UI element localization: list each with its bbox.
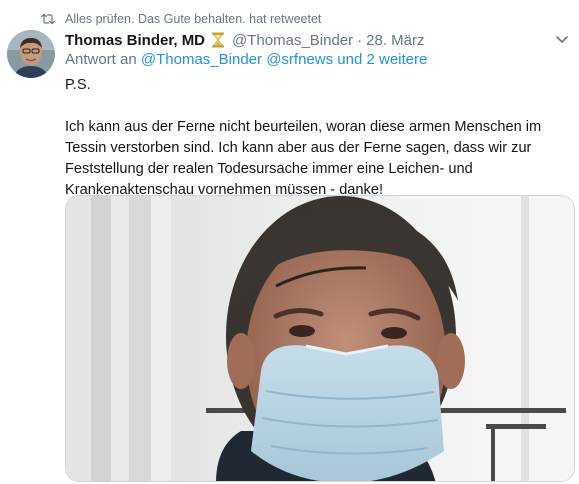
more-mentions-link[interactable]: und 2 weitere: [337, 51, 427, 68]
mention-link[interactable]: @srfnews: [266, 51, 333, 68]
hourglass-icon: [212, 32, 225, 48]
retweet-context-text: Alles prüfen. Das Gute behalten. hat ret…: [65, 12, 322, 26]
chevron-down-icon[interactable]: [553, 30, 571, 48]
retweet-context[interactable]: Alles prüfen. Das Gute behalten. hat ret…: [40, 10, 321, 28]
tweet-text: P.S. Ich kann aus der Ferne nicht beurte…: [65, 75, 570, 201]
retweet-icon: [41, 13, 55, 25]
tweet-text-ps: P.S.: [65, 77, 91, 93]
author-handle[interactable]: @Thomas_Binder: [232, 32, 353, 49]
mention-link[interactable]: @Thomas_Binder: [141, 51, 262, 68]
reply-context: Antwort an @Thomas_Binder @srfnews und 2…: [65, 51, 427, 68]
tweet-text-paragraph: Ich kann aus der Ferne nicht beurteilen,…: [65, 119, 542, 198]
tweet-date[interactable]: 28. März: [366, 32, 424, 49]
header-separator: ·: [357, 31, 363, 49]
author-name[interactable]: Thomas Binder, MD: [65, 32, 205, 49]
tweet-header: Thomas Binder, MD @Thomas_Binder · 28. M…: [65, 30, 539, 50]
author-avatar[interactable]: [7, 30, 55, 78]
reply-prefix: Antwort an: [65, 51, 137, 68]
tweet-photo[interactable]: [65, 195, 575, 482]
